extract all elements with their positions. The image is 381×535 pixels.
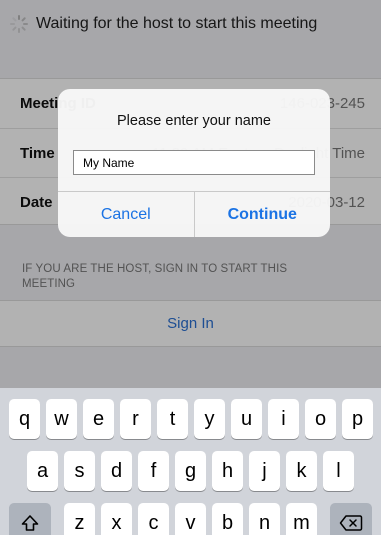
key-c[interactable]: c bbox=[138, 503, 169, 535]
key-n[interactable]: n bbox=[249, 503, 280, 535]
key-q[interactable]: q bbox=[9, 399, 40, 439]
dialog-title: Please enter your name bbox=[117, 113, 271, 129]
key-y[interactable]: y bbox=[194, 399, 225, 439]
key-h[interactable]: h bbox=[212, 451, 243, 491]
key-b[interactable]: b bbox=[212, 503, 243, 535]
enter-name-dialog: Please enter your name Cancel Continue bbox=[58, 89, 330, 237]
key-k[interactable]: k bbox=[286, 451, 317, 491]
key-p[interactable]: p bbox=[342, 399, 373, 439]
key-t[interactable]: t bbox=[157, 399, 188, 439]
delete-icon bbox=[339, 515, 363, 531]
shift-key[interactable] bbox=[9, 503, 51, 535]
key-e[interactable]: e bbox=[83, 399, 114, 439]
key-j[interactable]: j bbox=[249, 451, 280, 491]
key-i[interactable]: i bbox=[268, 399, 299, 439]
key-z[interactable]: z bbox=[64, 503, 95, 535]
key-g[interactable]: g bbox=[175, 451, 206, 491]
key-x[interactable]: x bbox=[101, 503, 132, 535]
key-u[interactable]: u bbox=[231, 399, 262, 439]
continue-button[interactable]: Continue bbox=[193, 192, 331, 237]
key-d[interactable]: d bbox=[101, 451, 132, 491]
key-a[interactable]: a bbox=[27, 451, 58, 491]
key-m[interactable]: m bbox=[286, 503, 317, 535]
key-l[interactable]: l bbox=[323, 451, 354, 491]
key-r[interactable]: r bbox=[120, 399, 151, 439]
on-screen-keyboard: q w e r t y u i o p a s d f g h j k l z … bbox=[0, 388, 381, 535]
shift-icon bbox=[21, 515, 39, 531]
dialog-buttons: Cancel Continue bbox=[58, 191, 330, 237]
name-input[interactable] bbox=[73, 150, 315, 175]
key-f[interactable]: f bbox=[138, 451, 169, 491]
key-o[interactable]: o bbox=[305, 399, 336, 439]
key-s[interactable]: s bbox=[64, 451, 95, 491]
delete-key[interactable] bbox=[330, 503, 372, 535]
cancel-button[interactable]: Cancel bbox=[58, 192, 194, 237]
waiting-room-screen: Waiting for the host to start this meeti… bbox=[0, 0, 381, 535]
key-v[interactable]: v bbox=[175, 503, 206, 535]
key-w[interactable]: w bbox=[46, 399, 77, 439]
